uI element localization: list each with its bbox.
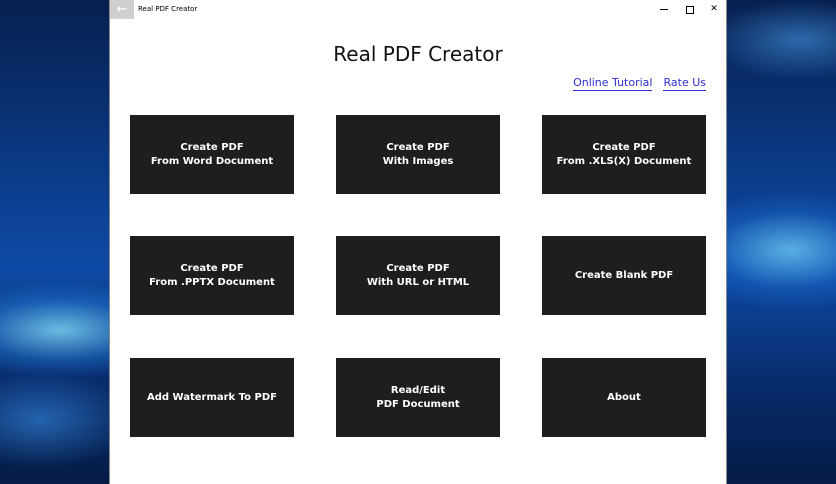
tile-label-line1: Add Watermark To PDF: [147, 391, 277, 403]
create-blank-pdf-button[interactable]: Create Blank PDF: [542, 236, 706, 315]
tile-label-line1: Create PDF: [180, 141, 244, 153]
tile-label-line1: Create PDF: [592, 141, 656, 153]
create-pdf-with-url-button[interactable]: Create PDF With URL or HTML: [336, 236, 500, 315]
header-links: Online Tutorial Rate Us: [573, 76, 706, 91]
back-arrow-icon: ←: [116, 2, 128, 17]
tile-label-line2: PDF Document: [376, 398, 460, 410]
tile-label-line1: Create Blank PDF: [574, 269, 674, 281]
tile-label-line1: Read/Edit: [390, 384, 446, 396]
create-pdf-from-word-button[interactable]: Create PDF From Word Document: [130, 115, 294, 194]
app-window: ← Real PDF Creator ✕ Real PDF Creator On…: [110, 0, 726, 484]
create-pdf-from-pptx-button[interactable]: Create PDF From .PPTX Document: [130, 236, 294, 315]
close-icon: ✕: [710, 4, 718, 14]
window-title: Real PDF Creator: [138, 5, 198, 13]
tile-label-line1: Create PDF: [180, 262, 244, 274]
tile-label-line2: With Images: [382, 155, 454, 167]
tile-label-line2: From .PPTX Document: [149, 276, 275, 288]
read-edit-pdf-button[interactable]: Read/Edit PDF Document: [336, 358, 500, 437]
maximize-icon: [686, 5, 694, 14]
tile-label-line1: About: [607, 391, 641, 403]
tile-label-line2: From Word Document: [150, 155, 274, 167]
minimize-icon: [660, 9, 668, 10]
title-bar: ← Real PDF Creator ✕: [110, 0, 726, 19]
back-button[interactable]: ←: [110, 0, 134, 19]
about-button[interactable]: About: [542, 358, 706, 437]
close-button[interactable]: ✕: [702, 0, 726, 19]
online-tutorial-link[interactable]: Online Tutorial: [573, 76, 653, 91]
tile-label-line1: Create PDF: [386, 262, 450, 274]
minimize-button[interactable]: [652, 0, 676, 19]
tile-label-line1: Create PDF: [386, 141, 450, 153]
rate-us-link[interactable]: Rate Us: [663, 76, 706, 91]
create-pdf-with-images-button[interactable]: Create PDF With Images: [336, 115, 500, 194]
tile-label-line2: With URL or HTML: [366, 276, 470, 288]
add-watermark-button[interactable]: Add Watermark To PDF: [130, 358, 294, 437]
create-pdf-from-xls-button[interactable]: Create PDF From .XLS(X) Document: [542, 115, 706, 194]
page-title: Real PDF Creator: [333, 42, 503, 66]
tile-label-line2: From .XLS(X) Document: [556, 155, 692, 167]
maximize-button[interactable]: [678, 0, 702, 19]
